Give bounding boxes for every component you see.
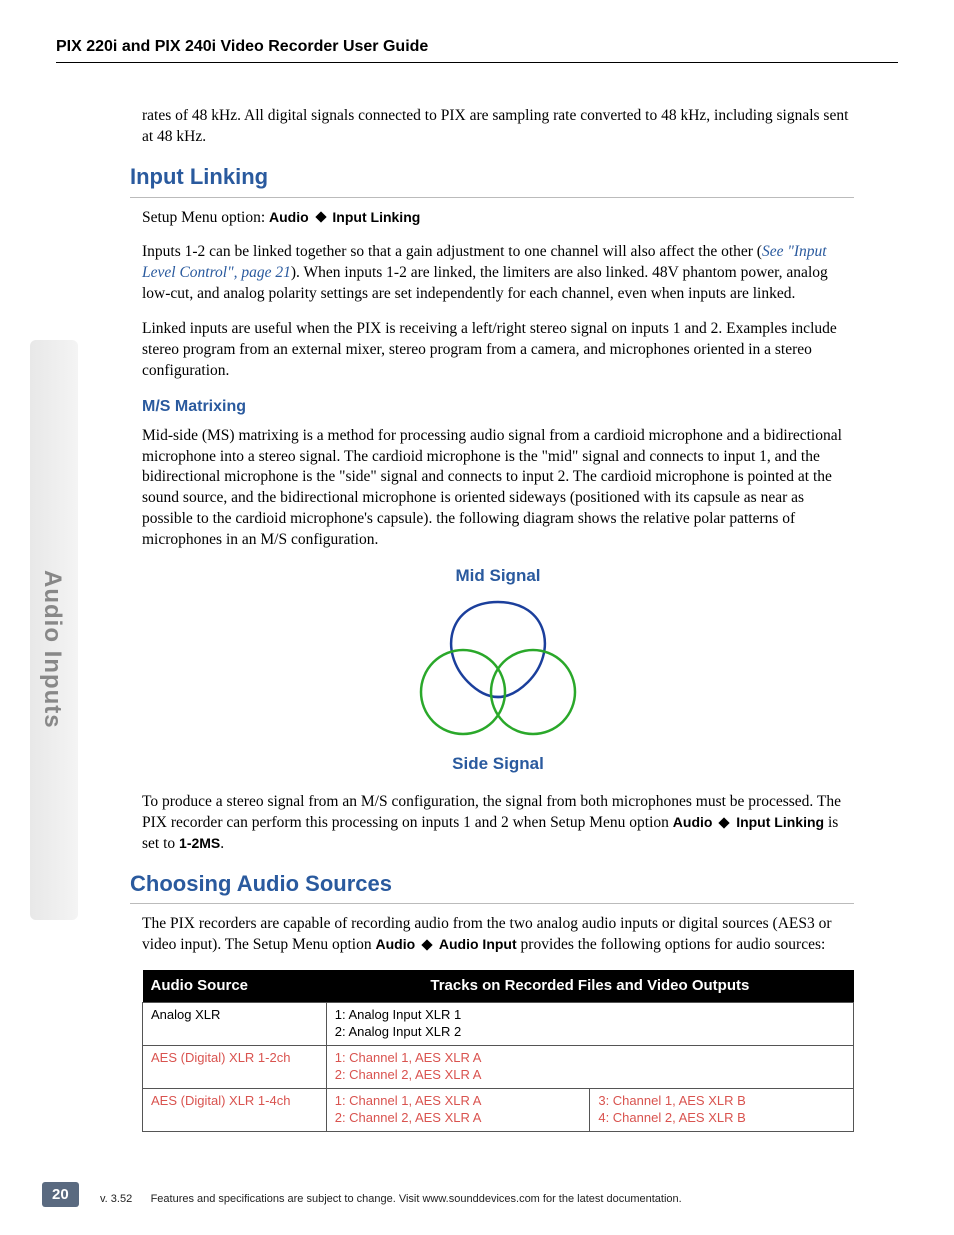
ms-value: 1-2MS: [179, 835, 220, 851]
menu-arrow-icon: [421, 940, 432, 951]
diagram-mid-label: Mid Signal: [142, 565, 854, 588]
ms-polar-diagram: Mid Signal Side Signal: [142, 565, 854, 776]
page-header: PIX 220i and PIX 240i Video Recorder Use…: [56, 38, 898, 63]
side-tab-label: Audio Inputs: [38, 570, 66, 729]
cell-tracks-a: 1: Channel 1, AES XLR A 2: Channel 2, AE…: [326, 1089, 590, 1132]
th-source: Audio Source: [143, 970, 327, 1003]
intro-paragraph: rates of 48 kHz. All digital signals con…: [142, 106, 854, 148]
sources-paragraph: The PIX recorders are capable of recordi…: [142, 914, 854, 956]
heading-rule: [130, 197, 854, 198]
setup-menu-line: Setup Menu option: Audio Input Linking: [142, 208, 854, 229]
audio-source-table: Audio Source Tracks on Recorded Files an…: [142, 970, 854, 1132]
heading-input-linking: Input Linking: [130, 162, 854, 192]
linking-paragraph-1: Inputs 1-2 can be linked together so tha…: [142, 242, 854, 305]
src-p1-b: provides the following options for audio…: [517, 936, 826, 953]
heading-ms-matrixing: M/S Matrixing: [142, 396, 854, 418]
table-row: Analog XLR 1: Analog Input XLR 1 2: Anal…: [143, 1003, 854, 1046]
cell-tracks-b: 3: Channel 1, AES XLR B 4: Channel 2, AE…: [590, 1089, 854, 1132]
table-header-row: Audio Source Tracks on Recorded Files an…: [143, 970, 854, 1003]
linking-paragraph-2: Linked inputs are useful when the PIX is…: [142, 319, 854, 382]
menu-arrow-icon: [315, 212, 326, 223]
setup-audio: Audio: [269, 209, 309, 225]
src-menu-input: Audio Input: [439, 936, 517, 952]
linking-p1-a: Inputs 1-2 can be linked together so tha…: [142, 243, 762, 260]
cell-src: Analog XLR: [143, 1003, 327, 1046]
ms-paragraph-2: To produce a stereo signal from an M/S c…: [142, 792, 854, 855]
th-tracks: Tracks on Recorded Files and Video Outpu…: [326, 970, 853, 1003]
heading-choosing-sources: Choosing Audio Sources: [130, 869, 854, 899]
src-menu-audio: Audio: [375, 936, 415, 952]
menu-audio: Audio: [673, 814, 713, 830]
diagram-side-label: Side Signal: [142, 753, 854, 776]
header-title: PIX 220i and PIX 240i Video Recorder Use…: [56, 38, 428, 55]
footer-text: Features and specifications are subject …: [151, 1193, 682, 1205]
cell-tracks: 1: Channel 1, AES XLR A 2: Channel 2, AE…: [326, 1046, 853, 1089]
menu-linking: Input Linking: [736, 814, 824, 830]
page-footer: v. 3.52 Features and specifications are …: [100, 1193, 898, 1205]
menu-arrow-icon: [719, 817, 730, 828]
setup-input-linking: Input Linking: [332, 209, 420, 225]
main-content: rates of 48 kHz. All digital signals con…: [142, 106, 854, 1132]
table-row: AES (Digital) XLR 1-4ch 1: Channel 1, AE…: [143, 1089, 854, 1132]
cell-tracks: 1: Analog Input XLR 1 2: Analog Input XL…: [326, 1003, 853, 1046]
table-row: AES (Digital) XLR 1-2ch 1: Channel 1, AE…: [143, 1046, 854, 1089]
ms-p2-c: .: [220, 835, 224, 852]
polar-pattern-svg: [388, 592, 608, 742]
heading-rule: [130, 903, 854, 904]
cell-src: AES (Digital) XLR 1-2ch: [143, 1046, 327, 1089]
ms-paragraph-1: Mid-side (MS) matrixing is a method for …: [142, 426, 854, 552]
page-number: 20: [42, 1182, 79, 1207]
cell-src: AES (Digital) XLR 1-4ch: [143, 1089, 327, 1132]
setup-prefix: Setup Menu option:: [142, 209, 269, 226]
footer-version: v. 3.52: [100, 1193, 132, 1205]
